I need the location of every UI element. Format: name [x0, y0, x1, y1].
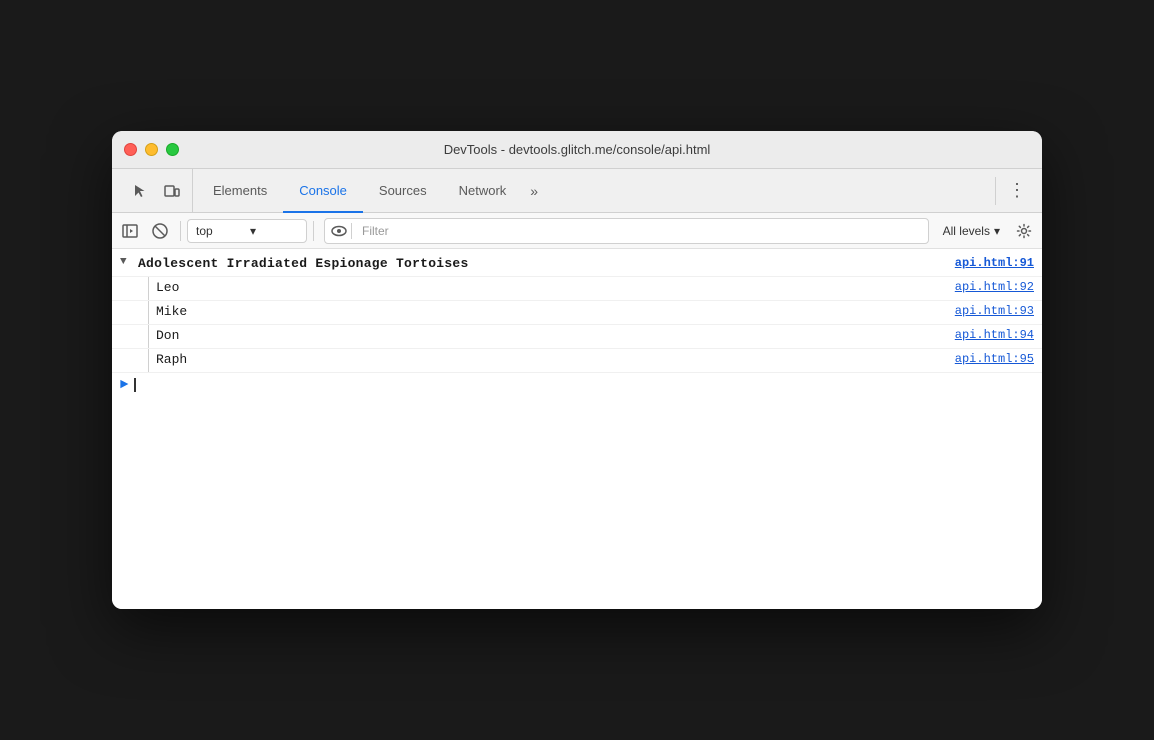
device-icon	[164, 183, 180, 199]
traffic-lights	[124, 143, 179, 156]
clear-console-button[interactable]	[146, 217, 174, 245]
maximize-button[interactable]	[166, 143, 179, 156]
prompt-arrow: ►	[120, 377, 128, 393]
sidebar-icon	[122, 224, 138, 238]
console-settings-button[interactable]	[1010, 217, 1038, 245]
cursor-icon-button[interactable]	[126, 177, 154, 205]
filter-inner-divider	[351, 223, 352, 239]
source-link-92[interactable]: api.html:92	[955, 280, 1034, 294]
console-content: ▼ Adolescent Irradiated Espionage Tortoi…	[112, 249, 1042, 609]
expand-arrow[interactable]: ▼	[120, 256, 134, 268]
tabs-divider	[995, 177, 996, 205]
tab-elements[interactable]: Elements	[197, 169, 283, 213]
tabs-bar: Elements Console Sources Network » ⋮	[112, 169, 1042, 213]
device-toolbar-button[interactable]	[158, 177, 186, 205]
source-link-93[interactable]: api.html:93	[955, 304, 1034, 318]
console-group-header: ▼ Adolescent Irradiated Espionage Tortoi…	[112, 253, 1042, 277]
tab-icons	[120, 169, 193, 212]
context-selector[interactable]: top ▾	[187, 219, 307, 243]
filter-input[interactable]	[358, 222, 922, 240]
log-item-mike: Mike api.html:93	[112, 301, 1042, 325]
devtools-window: DevTools - devtools.glitch.me/console/ap…	[112, 131, 1042, 609]
devtools-menu-button[interactable]: ⋮	[1000, 180, 1034, 201]
cursor-icon	[132, 183, 148, 199]
log-item-leo: Leo api.html:92	[112, 277, 1042, 301]
console-prompt-line[interactable]: ►	[112, 373, 1042, 397]
toolbar-divider-1	[180, 221, 181, 241]
close-button[interactable]	[124, 143, 137, 156]
clear-icon	[152, 223, 168, 239]
console-toolbar: top ▾ All levels ▾	[112, 213, 1042, 249]
source-link-94[interactable]: api.html:94	[955, 328, 1034, 342]
title-bar: DevTools - devtools.glitch.me/console/ap…	[112, 131, 1042, 169]
tab-network[interactable]: Network	[443, 169, 523, 213]
log-item-don: Don api.html:94	[112, 325, 1042, 349]
log-item-raph: Raph api.html:95	[112, 349, 1042, 373]
tab-console[interactable]: Console	[283, 169, 363, 213]
prompt-cursor	[134, 378, 136, 392]
eye-icon	[331, 223, 347, 239]
tabs-menu: ⋮	[991, 169, 1034, 212]
minimize-button[interactable]	[145, 143, 158, 156]
tab-sources[interactable]: Sources	[363, 169, 443, 213]
source-link-91[interactable]: api.html:91	[955, 256, 1034, 270]
tabs-more-button[interactable]: »	[522, 169, 546, 212]
filter-bar	[324, 218, 929, 244]
window-title: DevTools - devtools.glitch.me/console/ap…	[444, 142, 711, 157]
gear-icon	[1016, 223, 1032, 239]
show-console-sidebar-button[interactable]	[116, 217, 144, 245]
source-link-95[interactable]: api.html:95	[955, 352, 1034, 366]
log-levels-button[interactable]: All levels ▾	[935, 220, 1008, 242]
toolbar-divider-2	[313, 221, 314, 241]
